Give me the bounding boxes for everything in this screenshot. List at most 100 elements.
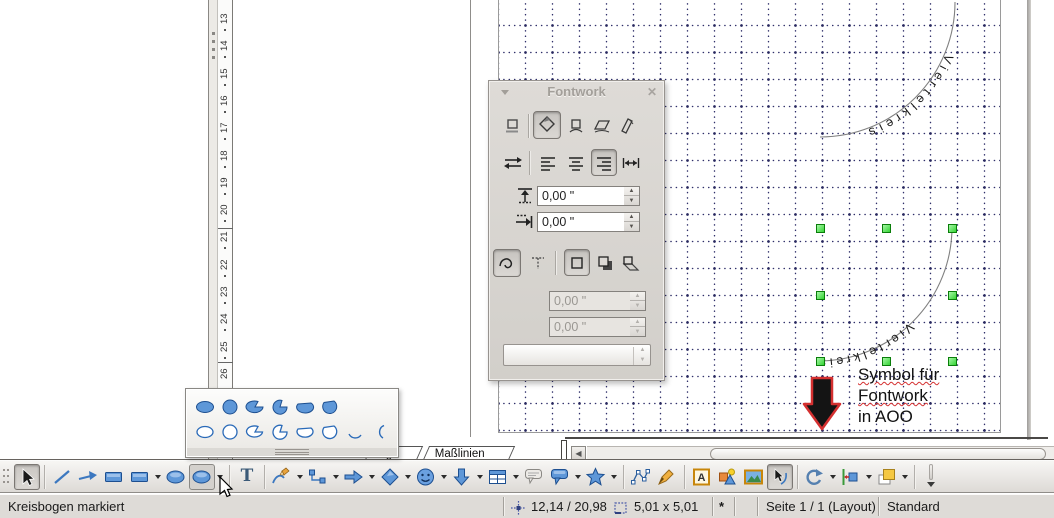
fontwork-upright-button[interactable]: [565, 113, 587, 139]
distance-input[interactable]: [537, 186, 625, 206]
selection-handle[interactable]: [882, 357, 891, 366]
symbol-shapes-button[interactable]: [413, 464, 439, 490]
rectangle-dropdown[interactable]: [153, 464, 163, 490]
callout-shapes-dropdown[interactable]: [573, 464, 583, 490]
selection-handle[interactable]: [948, 291, 957, 300]
text-tool-button[interactable]: T: [234, 464, 260, 490]
connector-dropdown[interactable]: [331, 464, 341, 490]
ellipse-flyout-popup[interactable]: [185, 388, 399, 458]
ellipse-pie-unfilled-tool[interactable]: [242, 421, 267, 443]
star-shapes-button[interactable]: [583, 464, 609, 490]
selection-handle[interactable]: [816, 291, 825, 300]
arrow-shapes-dropdown[interactable]: [475, 464, 485, 490]
spin-down-icon[interactable]: ▼: [624, 196, 639, 205]
edit-points-button[interactable]: [628, 464, 654, 490]
circle-pie-unfilled-tool[interactable]: [267, 421, 292, 443]
basic-shapes-button[interactable]: [377, 464, 403, 490]
star-shapes-dropdown[interactable]: [609, 464, 619, 490]
fontwork-gallery-button[interactable]: A: [689, 464, 715, 490]
circle-tool[interactable]: [217, 396, 242, 418]
star-icon: [585, 467, 607, 487]
rotate-button[interactable]: [802, 464, 828, 490]
ellipse-tool[interactable]: [192, 396, 217, 418]
from-file-button[interactable]: [715, 464, 741, 490]
layer-tab-masslinien[interactable]: Maßlinien: [423, 446, 515, 460]
glue-points-button[interactable]: [654, 464, 680, 490]
tab-scroll-left-button[interactable]: ◀: [571, 446, 586, 460]
spin-up-icon[interactable]: ▲: [624, 187, 639, 196]
selection-handle[interactable]: [948, 224, 957, 233]
effects-mode-button[interactable]: [767, 464, 793, 490]
close-icon[interactable]: ✕: [647, 85, 657, 99]
rotate-dropdown[interactable]: [828, 464, 838, 490]
ellipse-tool-button[interactable]: [163, 464, 189, 490]
alignment-dropdown[interactable]: [864, 464, 874, 490]
toolbar-more-button[interactable]: [925, 464, 937, 490]
gallery-button[interactable]: [741, 464, 767, 490]
fontwork-orientation-button[interactable]: [501, 151, 525, 175]
status-modified[interactable]: *: [719, 499, 724, 514]
status-style[interactable]: Standard: [887, 499, 940, 514]
status-size[interactable]: 5,01 x 5,01: [634, 499, 698, 514]
rectangle-tool-button[interactable]: [101, 464, 127, 490]
fontwork-slant-horizontal-button[interactable]: [590, 113, 614, 139]
callout-shapes-button[interactable]: [547, 464, 573, 490]
line-tool-button[interactable]: [49, 464, 75, 490]
selection-handle[interactable]: [816, 357, 825, 366]
circle-arc-tool[interactable]: [367, 421, 392, 443]
status-page[interactable]: Seite 1 / 1 (Layout): [766, 499, 876, 514]
circle-pie-tool[interactable]: [267, 396, 292, 418]
ellipse-segment-tool[interactable]: [292, 396, 317, 418]
toolbar-grip[interactable]: [2, 466, 11, 488]
arrange-button[interactable]: [874, 464, 900, 490]
fontwork-contour-button[interactable]: [493, 249, 521, 277]
flowchart-shapes-dropdown[interactable]: [511, 464, 521, 490]
spin-up-icon[interactable]: ▲: [624, 213, 639, 222]
fontwork-slant-vertical-button[interactable]: [617, 113, 637, 139]
fontwork-rotate-button[interactable]: [533, 111, 561, 139]
fontwork-align-left-button[interactable]: [537, 151, 559, 175]
circle-segment-unfilled-tool[interactable]: [317, 421, 342, 443]
block-arrow-dropdown[interactable]: [367, 464, 377, 490]
arc-tool[interactable]: [342, 421, 367, 443]
circle-segment-tool[interactable]: [317, 396, 342, 418]
ellipse-unfilled-tool[interactable]: [192, 421, 217, 443]
fontwork-align-right-button[interactable]: [591, 149, 617, 176]
selection-handle[interactable]: [882, 224, 891, 233]
ellipse-open-tool-button[interactable]: [189, 464, 215, 490]
ellipse-segment-unfilled-tool[interactable]: [292, 421, 317, 443]
indent-input[interactable]: [537, 212, 625, 232]
fontwork-dialog[interactable]: Fontwork ✕ ▲▼ ▲▼: [488, 80, 665, 381]
rectangle-menu-button[interactable]: [127, 464, 153, 490]
block-arrow-tool-button[interactable]: [341, 464, 367, 490]
popup-drag-handle[interactable]: [187, 448, 397, 456]
flowchart-shapes-button[interactable]: [485, 464, 511, 490]
selection-handle[interactable]: [948, 357, 957, 366]
selection-handle[interactable]: [816, 224, 825, 233]
ellipse-pie-tool[interactable]: [242, 396, 267, 418]
curve-tool-button[interactable]: [269, 464, 295, 490]
basic-shapes-dropdown[interactable]: [403, 464, 413, 490]
arrow-shapes-button[interactable]: [449, 464, 475, 490]
status-position[interactable]: 12,14 / 20,98: [531, 499, 607, 514]
arrange-dropdown[interactable]: [900, 464, 910, 490]
spin-down-icon[interactable]: ▼: [624, 222, 639, 231]
select-tool-button[interactable]: [14, 464, 40, 490]
fontwork-vertical-shadow-button[interactable]: [595, 251, 615, 275]
alignment-button[interactable]: [838, 464, 864, 490]
distance-spinner[interactable]: ▲▼: [624, 186, 640, 206]
callout-gray-button[interactable]: [521, 464, 547, 490]
fontwork-align-center-button[interactable]: [565, 151, 587, 175]
connector-tool-button[interactable]: [305, 464, 331, 490]
fontwork-autosize-button[interactable]: [620, 151, 642, 175]
fontwork-no-shadow-button[interactable]: [564, 249, 590, 276]
down-arrow-symbol[interactable]: [798, 374, 848, 436]
indent-spinner[interactable]: ▲▼: [624, 212, 640, 232]
fontwork-text-contour-button[interactable]: [527, 251, 549, 275]
line-arrow-tool-button[interactable]: [75, 464, 101, 490]
curve-dropdown[interactable]: [295, 464, 305, 490]
symbol-shapes-dropdown[interactable]: [439, 464, 449, 490]
fontwork-off-button[interactable]: [500, 113, 524, 139]
circle-unfilled-tool[interactable]: [217, 421, 242, 443]
fontwork-slant-shadow-button[interactable]: [619, 251, 641, 275]
